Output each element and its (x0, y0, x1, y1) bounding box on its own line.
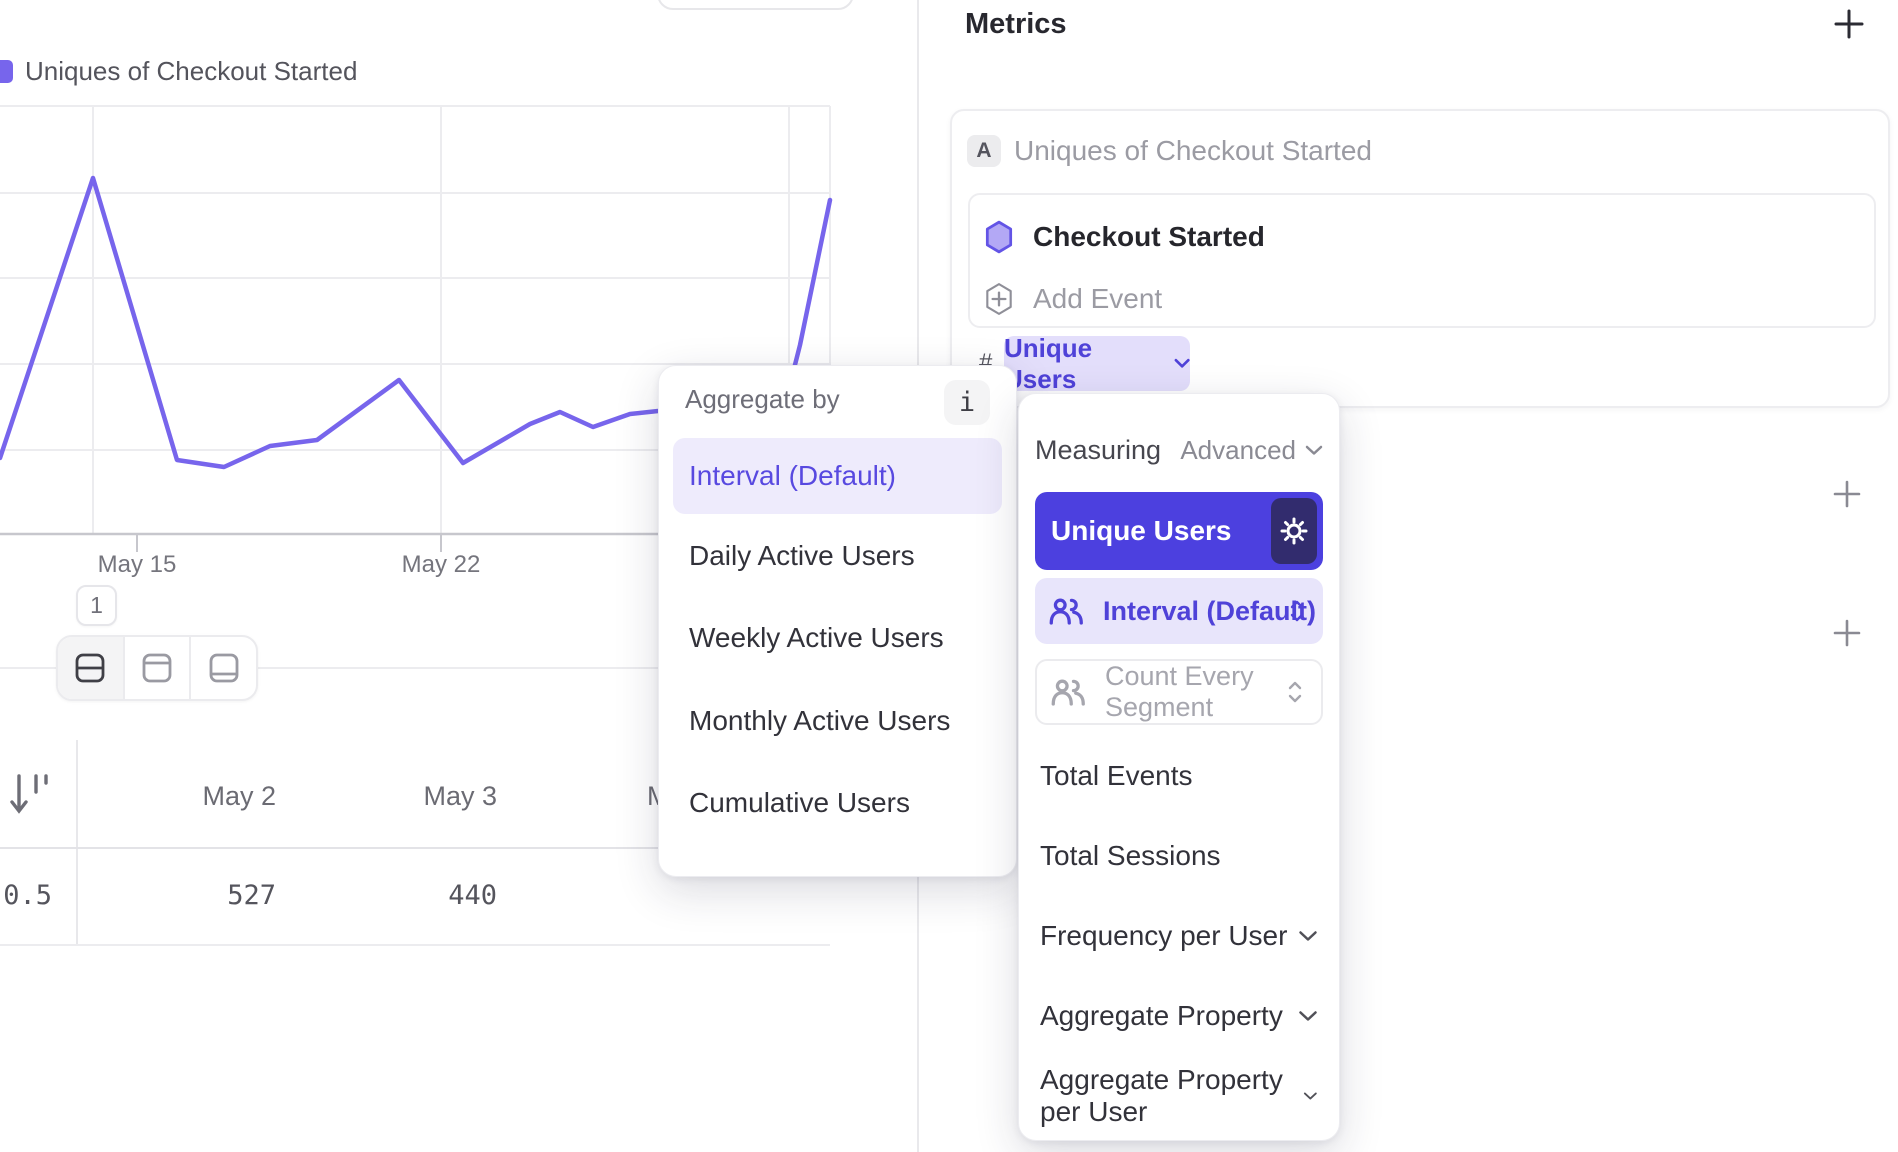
event-box: Checkout Started Add Event (968, 193, 1876, 328)
page-count-badge[interactable]: 1 (76, 585, 117, 626)
aggregate-option-interval[interactable]: Interval (Default) (673, 438, 1002, 514)
measuring-popup: Measuring Advanced Unique Users (1018, 393, 1340, 1141)
aggregate-option-mau[interactable]: Monthly Active Users (673, 701, 1002, 741)
option-label: Total Events (1040, 760, 1193, 792)
users-icon (1051, 678, 1087, 706)
chevron-up-down-icon (1287, 598, 1307, 624)
advanced-label: Advanced (1180, 435, 1296, 466)
measuring-option-total-sessions[interactable]: Total Sessions (1040, 836, 1318, 876)
legend-swatch-icon (0, 60, 13, 83)
measurement-chip[interactable]: Unique Users (1004, 336, 1190, 391)
measuring-option-total-events[interactable]: Total Events (1040, 756, 1318, 796)
table-row-border (0, 944, 830, 946)
measuring-option-aggregate-property-per-user[interactable]: Aggregate Property per User (1040, 1076, 1318, 1116)
option-label: Total Sessions (1040, 840, 1221, 872)
split-rows-icon (73, 651, 107, 685)
plus-icon (1833, 8, 1865, 40)
metric-card: A Uniques of Checkout Started Checkout S… (950, 109, 1890, 408)
aggregate-by-popup: Aggregate by i Interval (Default) Daily … (658, 365, 1017, 877)
measuring-option-unique-users-selected[interactable]: Unique Users (1035, 492, 1323, 570)
table-header-may2[interactable]: May 2 (76, 781, 276, 812)
event-hexagon-icon (984, 220, 1014, 254)
add-row-button-2[interactable] (1825, 611, 1869, 655)
option-label: Aggregate Property per User (1040, 1064, 1303, 1128)
metric-letter-badge: A (967, 135, 1001, 167)
layout-panel-bottom-button[interactable] (189, 637, 256, 699)
table-cell-may2: 527 (76, 880, 276, 911)
table-column-separator (76, 740, 78, 945)
option-label: Frequency per User (1040, 920, 1287, 952)
chevron-down-icon (1305, 445, 1323, 456)
x-tick-label: May 15 (98, 551, 177, 579)
unique-users-label: Unique Users (1051, 515, 1232, 547)
event-row-checkout-started[interactable]: Checkout Started (984, 217, 1265, 257)
add-event-row[interactable]: Add Event (984, 279, 1162, 319)
aggregate-by-title: Aggregate by (685, 384, 840, 415)
plus-icon (1832, 618, 1862, 648)
measuring-option-aggregate-property[interactable]: Aggregate Property (1040, 996, 1318, 1036)
legend-label: Uniques of Checkout Started (25, 56, 357, 87)
info-icon[interactable]: i (944, 380, 990, 425)
add-metric-button[interactable] (1827, 2, 1871, 46)
layout-panel-top-button[interactable] (123, 637, 190, 699)
chevron-down-icon (1303, 1090, 1318, 1102)
metrics-panel-title: Metrics (965, 8, 1067, 41)
add-event-hexagon-icon (984, 282, 1014, 316)
event-name: Checkout Started (1033, 221, 1265, 253)
analytics-app: Uniques of Checkout Started May 15 May 22… (0, 0, 1898, 1152)
param-interval-label: Interval (Default) (1103, 596, 1316, 627)
aggregate-option-cumulative[interactable]: Cumulative Users (673, 783, 1002, 823)
panel-bottom-icon (207, 651, 241, 685)
sort-descending-icon[interactable] (8, 770, 52, 822)
settings-button[interactable] (1271, 498, 1317, 564)
table-cell-may3: 440 (297, 880, 497, 911)
chevron-down-icon (1298, 930, 1318, 942)
measuring-title: Measuring (1035, 435, 1161, 466)
add-event-label: Add Event (1033, 283, 1162, 315)
chart-legend: Uniques of Checkout Started (0, 57, 357, 85)
advanced-toggle[interactable]: Advanced (1180, 435, 1323, 466)
chart-layout-toggle (56, 635, 258, 701)
table-row-label-clipped: 0.5 (0, 880, 52, 911)
users-icon (1049, 597, 1085, 625)
aggregate-option-wau[interactable]: Weekly Active Users (673, 618, 1002, 658)
param-row-count-every-segment[interactable]: Count Every Segment (1035, 659, 1323, 725)
layout-split-rows-button[interactable] (58, 637, 123, 699)
chevron-down-icon (1298, 1010, 1318, 1022)
panel-top-icon (140, 651, 174, 685)
toolbar-partial-button[interactable] (657, 0, 854, 10)
gear-icon (1277, 514, 1311, 548)
measuring-header: Measuring Advanced (1035, 430, 1323, 470)
param-row-interval[interactable]: Interval (Default) (1035, 578, 1323, 644)
table-header-may3[interactable]: May 3 (297, 781, 497, 812)
option-label: Aggregate Property (1040, 1000, 1283, 1032)
metric-name[interactable]: Uniques of Checkout Started (1014, 135, 1372, 167)
aggregate-option-dau[interactable]: Daily Active Users (673, 536, 1002, 576)
add-row-button-1[interactable] (1825, 472, 1869, 516)
measurement-chip-label: Unique Users (1004, 333, 1164, 395)
chevron-down-icon (1174, 358, 1190, 369)
x-tick-label: May 22 (402, 551, 481, 579)
chevron-up-down-icon (1285, 679, 1305, 705)
measuring-option-frequency-per-user[interactable]: Frequency per User (1040, 916, 1318, 956)
plus-icon (1832, 479, 1862, 509)
